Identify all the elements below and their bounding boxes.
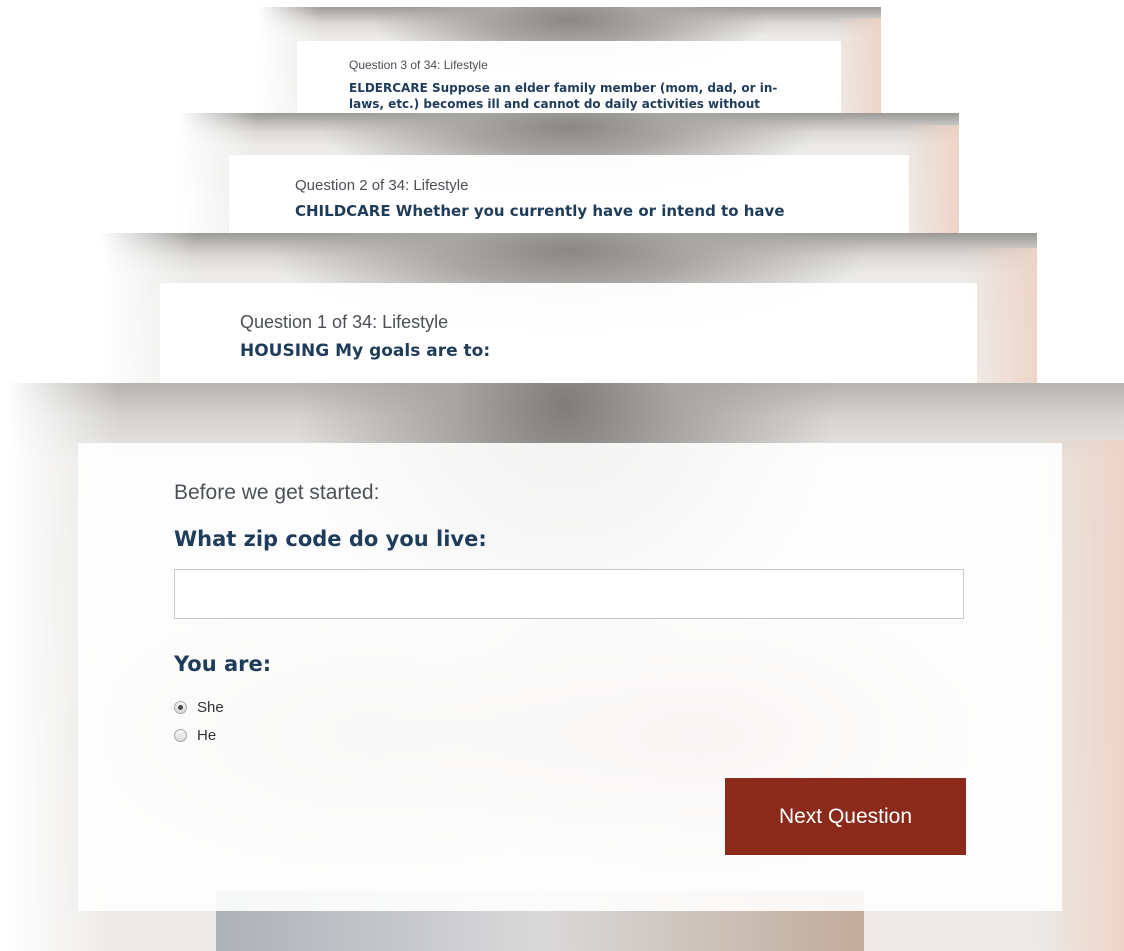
- question-text: CHILDCARE Whether you currently have or …: [295, 202, 785, 220]
- zip-code-input[interactable]: [174, 569, 964, 619]
- question-card: Question 2 of 34: Lifestyle CHILDCARE Wh…: [229, 155, 909, 233]
- question-meta: Question 1 of 34: Lifestyle: [240, 312, 449, 332]
- question-meta: Question 3 of 34: Lifestyle: [349, 58, 488, 72]
- question-card: Question 3 of 34: Lifestyle ELDERCARE Su…: [297, 41, 841, 113]
- slide-question-3: Question 3 of 34: Lifestyle ELDERCARE Su…: [258, 7, 881, 113]
- radio-label: She: [197, 698, 224, 716]
- intro-text: Before we get started:: [174, 481, 380, 504]
- form-card: Before we get started: What zip code do …: [78, 443, 1062, 911]
- zip-label: What zip code do you live:: [174, 527, 487, 551]
- slide-question-1: Question 1 of 34: Lifestyle HOUSING My g…: [101, 233, 1037, 383]
- radio-label: He: [197, 726, 217, 744]
- slide-intro: Before we get started: What zip code do …: [6, 383, 1124, 951]
- gender-option-she[interactable]: She: [174, 698, 224, 716]
- radio-button-checked[interactable]: [174, 700, 187, 714]
- question-card: Question 1 of 34: Lifestyle HOUSING My g…: [160, 283, 977, 383]
- question-text: ELDERCARE Suppose an elder family member…: [349, 81, 778, 111]
- gender-option-he[interactable]: He: [174, 726, 216, 744]
- question-meta: Question 2 of 34: Lifestyle: [295, 177, 469, 194]
- next-question-button[interactable]: Next Question: [725, 778, 966, 855]
- question-text: HOUSING My goals are to:: [240, 341, 491, 361]
- gender-label: You are:: [174, 652, 272, 676]
- quiz-page: Question 3 of 34: Lifestyle ELDERCARE Su…: [0, 0, 1124, 951]
- radio-button[interactable]: [174, 728, 187, 742]
- slide-question-2: Question 2 of 34: Lifestyle CHILDCARE Wh…: [179, 113, 959, 233]
